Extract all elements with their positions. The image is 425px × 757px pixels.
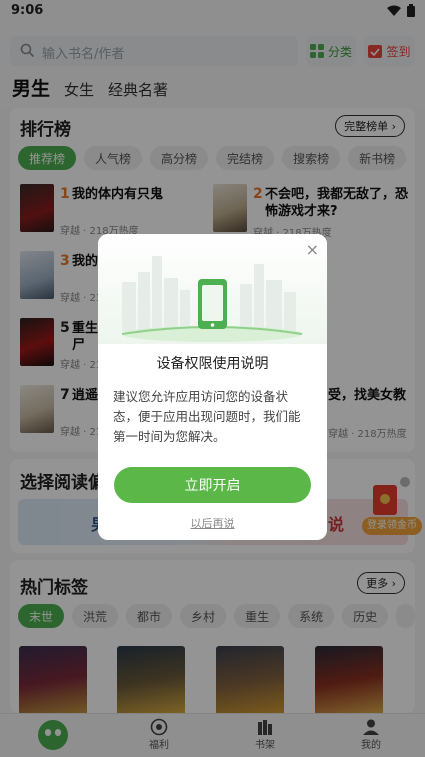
close-icon[interactable]: × [306, 240, 319, 259]
later-link[interactable]: 以后再说 [98, 515, 327, 531]
dialog-body: 建议您允许应用访问您的设备状态，便于应用出现问题时，我们能第一时间为您解决。 [113, 389, 301, 444]
permission-dialog: × 设备权限使用说明 建议您允许应用访问您的设备状态，便于应用出现问题时，我们能… [98, 234, 327, 540]
city-phone-illustration [98, 234, 327, 344]
dialog-title: 设备权限使用说明 [156, 356, 269, 372]
enable-now-button[interactable]: 立即开启 [114, 467, 311, 503]
